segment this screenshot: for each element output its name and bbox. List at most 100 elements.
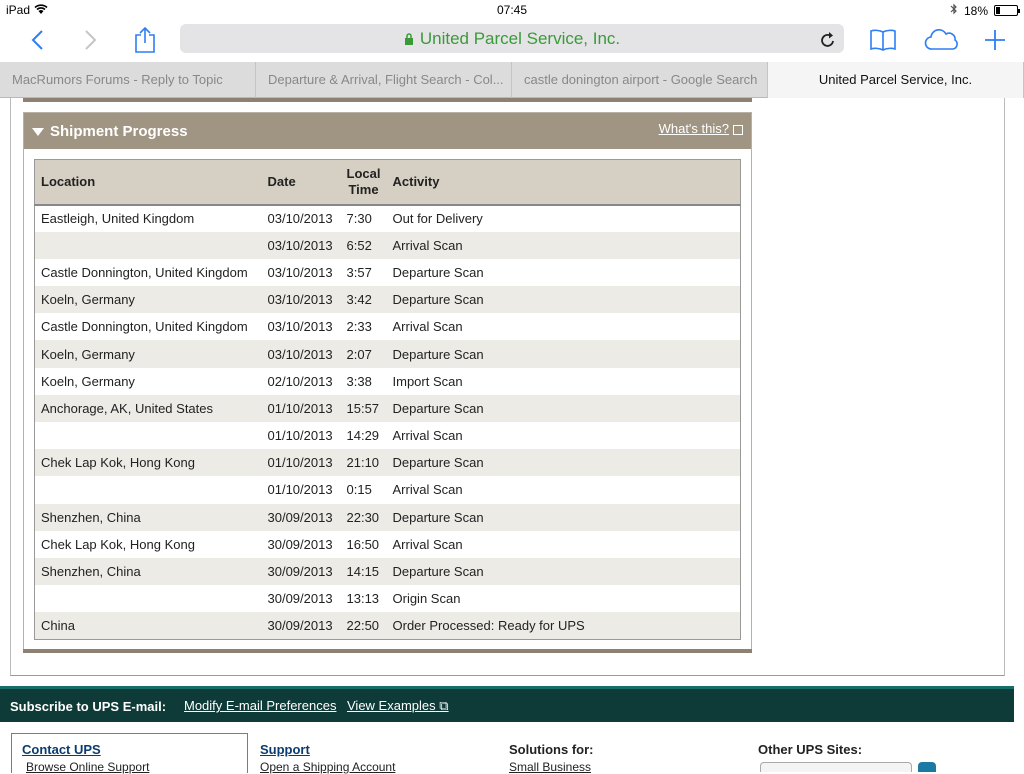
reload-button[interactable] (820, 29, 836, 58)
open-shipping-link[interactable]: Open a Shipping Account (260, 760, 395, 774)
back-button[interactable] (22, 26, 52, 54)
tab-macrumors[interactable]: MacRumors Forums - Reply to Topic (0, 62, 256, 98)
cell-time: 14:15 (340, 557, 387, 586)
table-row: Chek Lap Kok, Hong Kong 01/10/2013 21:10 De… (34, 449, 741, 477)
panel-title: Shipment Progress (50, 123, 188, 140)
cell-date: 30/09/2013 (261, 585, 341, 613)
cell-time: 3:57 (340, 258, 387, 287)
cell-location: Koeln, Germany (34, 286, 262, 314)
panel-header[interactable]: Shipment Progress What's this? (24, 113, 751, 149)
cell-time: 2:33 (340, 313, 387, 341)
cell-time: 3:42 (340, 286, 387, 314)
cell-location (34, 585, 262, 613)
cell-date: 03/10/2013 (261, 204, 341, 232)
cell-activity: Departure Scan (386, 286, 741, 314)
small-business-link[interactable]: Small Business (509, 760, 591, 774)
cell-time: 21:10 (340, 449, 387, 477)
cell-activity: Origin Scan (386, 585, 741, 613)
book-icon (870, 29, 896, 51)
support-link[interactable]: Support (260, 742, 310, 757)
cell-activity: Order Processed: Ready for UPS (386, 612, 741, 640)
tab-ups[interactable]: United Parcel Service, Inc. (768, 62, 1024, 98)
cell-time: 2:07 (340, 340, 387, 368)
cell-location: Shenzhen, China (34, 503, 262, 531)
table-row: 01/10/2013 14:29 Arrival Scan (34, 422, 741, 450)
cell-date: 30/09/2013 (261, 503, 341, 531)
cell-activity: Departure Scan (386, 340, 741, 368)
cell-date: 30/09/2013 (261, 612, 341, 640)
cell-location: Koeln, Germany (34, 340, 262, 368)
table-row: Shenzhen, China 30/09/2013 14:15 Departure … (34, 557, 741, 586)
plus-icon (985, 30, 1005, 50)
new-tab-button[interactable] (980, 26, 1010, 54)
subscribe-bar: Subscribe to UPS E-mail: Modify E-mail P… (0, 686, 1014, 722)
table-row: Koeln, Germany 02/10/2013 3:38 Import Scan (34, 367, 741, 395)
cell-location: Castle Donnington, United Kingdom (34, 313, 262, 341)
other-sites-select[interactable] (760, 762, 912, 772)
url-bar[interactable]: United Parcel Service, Inc. (180, 24, 844, 53)
tab-label: Departure & Arrival, Flight Search - Col… (268, 72, 504, 87)
bookmarks-button[interactable] (868, 26, 898, 54)
table-row: Koeln, Germany 03/10/2013 2:07 Departure Sc… (34, 340, 741, 368)
table-row: Castle Donnington, United Kingdom 03/10/2… (34, 313, 741, 341)
forward-button[interactable] (76, 26, 106, 54)
cell-date: 03/10/2013 (261, 286, 341, 314)
table-row: China 30/09/2013 22:50 Order Processed: Rea… (34, 612, 741, 640)
tab-label: MacRumors Forums - Reply to Topic (12, 72, 223, 87)
cell-time: 14:29 (340, 422, 387, 450)
cell-time: 3:38 (340, 367, 387, 395)
cell-activity: Arrival Scan (386, 476, 741, 504)
header-local: Local (346, 165, 381, 181)
cell-activity: Arrival Scan (386, 530, 741, 558)
tab-bar: MacRumors Forums - Reply to Topic Depart… (0, 62, 1024, 98)
table-row: 01/10/2013 0:15 Arrival Scan (34, 476, 741, 504)
cell-date: 03/10/2013 (261, 258, 341, 287)
cell-time: 15:57 (340, 394, 387, 422)
cell-location: Eastleigh, United Kingdom (34, 204, 262, 232)
column-header-date: Date (261, 159, 341, 205)
table-row: Chek Lap Kok, Hong Kong 30/09/2013 16:50 Ar… (34, 530, 741, 558)
cell-activity: Arrival Scan (386, 313, 741, 341)
table-row: Koeln, Germany 03/10/2013 3:42 Departure Sc… (34, 286, 741, 314)
tab-google-search[interactable]: castle donington airport - Google Search (512, 62, 768, 98)
cell-location: Shenzhen, China (34, 557, 262, 586)
cell-date: 01/10/2013 (261, 394, 341, 422)
cell-location (34, 476, 262, 504)
contact-ups-link[interactable]: Contact UPS (22, 742, 101, 757)
whats-this-link[interactable]: What's this? (659, 121, 743, 136)
cell-time: 16:50 (340, 530, 387, 558)
share-button[interactable] (130, 26, 160, 54)
cell-activity: Departure Scan (386, 449, 741, 477)
go-button[interactable] (918, 762, 936, 772)
cell-location: Chek Lap Kok, Hong Kong (34, 449, 262, 477)
collapse-triangle-icon[interactable] (32, 128, 44, 136)
cloud-icon (924, 29, 958, 50)
chevron-right-icon (85, 30, 97, 50)
other-sites-heading: Other UPS Sites: (758, 742, 863, 757)
cell-activity: Departure Scan (386, 557, 741, 586)
cell-time: 7:30 (340, 204, 387, 232)
cell-activity: Arrival Scan (386, 422, 741, 450)
status-bar: iPad 07:45 18% (0, 0, 1024, 20)
cell-location: Castle Donnington, United Kingdom (34, 258, 262, 287)
table-row: 03/10/2013 6:52 Arrival Scan (34, 231, 741, 259)
view-examples-link[interactable]: View Examples ⧉ (347, 698, 449, 714)
header-time: Time (348, 181, 379, 197)
icloud-tabs-button[interactable] (924, 26, 960, 54)
modify-email-link[interactable]: Modify E-mail Preferences (184, 698, 336, 713)
column-header-activity: Activity (386, 159, 741, 205)
battery-percent: 18% (963, 3, 988, 18)
cell-date: 30/09/2013 (261, 557, 341, 586)
footer: Contact UPS Browse Online Support Suppor… (0, 722, 1024, 774)
tab-flight-search[interactable]: Departure & Arrival, Flight Search - Col… (256, 62, 512, 98)
cell-date: 01/10/2013 (261, 449, 341, 477)
table-row: Castle Donnington, United Kingdom 03/10/2… (34, 258, 741, 287)
browse-support-link[interactable]: Browse Online Support (26, 760, 149, 774)
cell-location (34, 422, 262, 450)
bluetooth-icon (950, 3, 958, 18)
reload-icon (821, 32, 834, 47)
cell-time: 22:50 (340, 612, 387, 640)
cell-date: 03/10/2013 (261, 313, 341, 341)
column-header-local-time: Local Time (340, 159, 387, 205)
table-row: Anchorage, AK, United States 01/10/2013 15… (34, 394, 741, 422)
